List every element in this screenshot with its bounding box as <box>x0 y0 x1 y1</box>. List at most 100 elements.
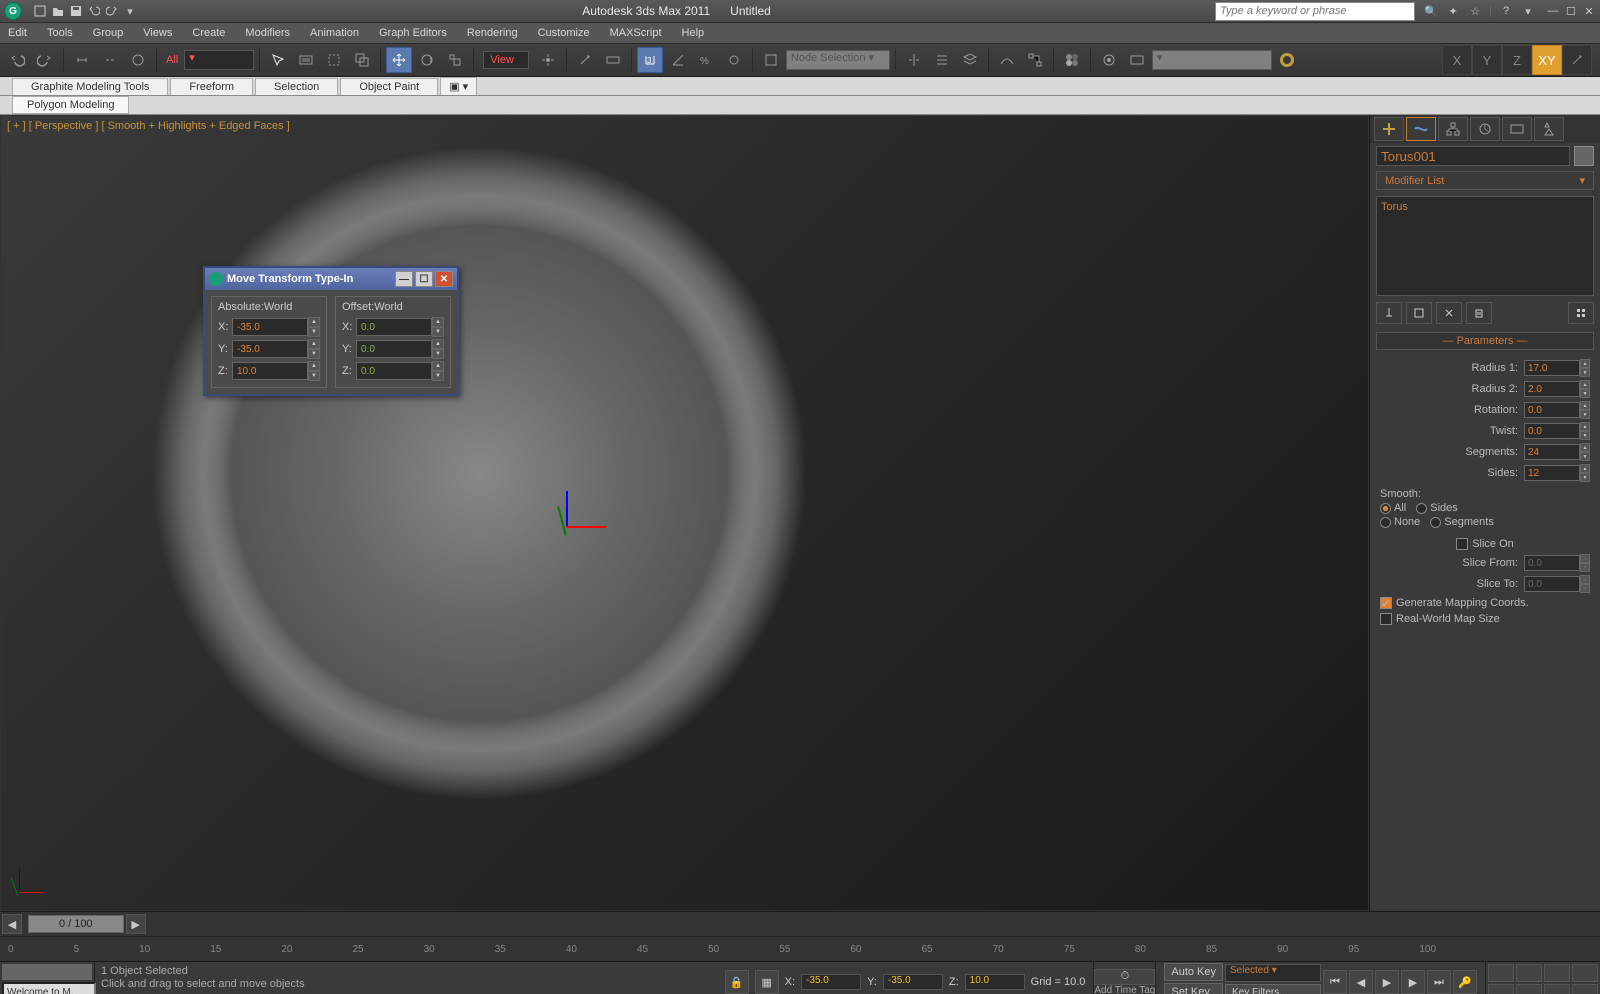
generate-mapping-checkbox[interactable]: ✓Generate Mapping Coords. <box>1380 597 1590 609</box>
add-time-tag[interactable]: Add Time Tag <box>1094 985 1155 994</box>
time-tag-button[interactable]: ⏱ <box>1094 969 1155 985</box>
link-button[interactable] <box>69 47 95 73</box>
rendered-frame-button[interactable] <box>1124 47 1150 73</box>
twist-input[interactable]: 0.0 <box>1524 423 1580 439</box>
real-world-map-checkbox[interactable]: Real-World Map Size <box>1380 613 1590 625</box>
zoom-all-button[interactable] <box>1516 964 1542 982</box>
save-icon[interactable] <box>68 3 84 19</box>
smooth-none-radio[interactable]: None <box>1380 516 1420 528</box>
key-mode-dropdown[interactable]: Selected ▾ <box>1225 964 1321 982</box>
dialog-titlebar[interactable]: Move Transform Type-In — ☐ ✕ <box>205 268 457 290</box>
undo-icon[interactable] <box>86 3 102 19</box>
select-move-button[interactable] <box>386 47 412 73</box>
angle-snap-button[interactable] <box>665 47 691 73</box>
pivot-button[interactable] <box>535 47 561 73</box>
radius2-up[interactable]: ▲ <box>1580 380 1590 389</box>
move-transform-dialog[interactable]: Move Transform Type-In — ☐ ✕ Absolute:Wo… <box>203 266 459 396</box>
sides-down[interactable]: ▼ <box>1580 473 1590 482</box>
close-button[interactable]: ✕ <box>1582 4 1596 18</box>
keyboard-shortcut-button[interactable] <box>600 47 626 73</box>
off-z-input[interactable]: 0.0 <box>356 362 432 380</box>
abs-y-input[interactable]: -35.0 <box>232 340 308 358</box>
motion-tab[interactable] <box>1470 117 1500 141</box>
ribbon-tab-graphite[interactable]: Graphite Modeling Tools <box>12 78 168 95</box>
select-region-button[interactable] <box>321 47 347 73</box>
menu-customize[interactable]: Customize <box>538 27 590 39</box>
align-button[interactable] <box>929 47 955 73</box>
dialog-minimize-button[interactable]: — <box>395 271 413 287</box>
abs-y-down[interactable]: ▼ <box>308 349 320 359</box>
app-icon[interactable]: G <box>4 2 22 20</box>
maximize-button[interactable]: ☐ <box>1564 4 1578 18</box>
menu-edit[interactable]: Edit <box>8 27 27 39</box>
pan-button[interactable] <box>1516 984 1542 994</box>
display-tab[interactable] <box>1502 117 1532 141</box>
undo-button[interactable] <box>4 47 30 73</box>
goto-end-button[interactable]: ⏭ <box>1427 970 1451 994</box>
off-y-input[interactable]: 0.0 <box>356 340 432 358</box>
slice-on-checkbox[interactable]: Slice On <box>1380 538 1590 550</box>
redo-icon[interactable] <box>104 3 120 19</box>
smooth-all-radio[interactable]: All <box>1380 502 1406 514</box>
axis-xy-button[interactable]: XY <box>1532 45 1562 75</box>
binoculars-icon[interactable]: 🔍 <box>1423 3 1439 19</box>
maximize-viewport-button[interactable] <box>1572 984 1598 994</box>
modifier-stack-item[interactable]: Torus <box>1381 201 1408 213</box>
goto-start-button[interactable]: ⏮ <box>1323 970 1347 994</box>
object-color-swatch[interactable] <box>1574 146 1594 166</box>
search-input[interactable] <box>1215 2 1415 21</box>
radius1-down[interactable]: ▼ <box>1580 368 1590 377</box>
rotation-input[interactable]: 0.0 <box>1524 402 1580 418</box>
show-end-result-button[interactable] <box>1406 302 1432 324</box>
abs-x-up[interactable]: ▲ <box>308 317 320 327</box>
off-y-down[interactable]: ▼ <box>432 349 444 359</box>
smooth-segments-radio[interactable]: Segments <box>1430 516 1494 528</box>
select-scale-button[interactable] <box>442 47 468 73</box>
schematic-view-button[interactable] <box>1022 47 1048 73</box>
key-filters-button[interactable]: Key Filters... <box>1225 984 1321 994</box>
zoom-button[interactable] <box>1488 964 1514 982</box>
coord-z-input[interactable]: 10.0 <box>965 974 1025 990</box>
timeslider-prev-button[interactable]: ◀ <box>2 914 22 934</box>
rotation-up[interactable]: ▲ <box>1580 401 1590 410</box>
orbit-button[interactable] <box>1544 984 1570 994</box>
help-dropdown-icon[interactable]: ▾ <box>1520 3 1536 19</box>
menu-tools[interactable]: Tools <box>47 27 73 39</box>
prev-frame-button[interactable]: ◀ <box>1349 970 1373 994</box>
off-y-up[interactable]: ▲ <box>432 339 444 349</box>
layers-button[interactable] <box>957 47 983 73</box>
off-x-up[interactable]: ▲ <box>432 317 444 327</box>
dialog-help-button[interactable]: ☐ <box>415 271 433 287</box>
viewport-label[interactable]: [ + ] [ Perspective ] [ Smooth + Highlig… <box>7 120 290 132</box>
object-name-input[interactable] <box>1376 146 1570 166</box>
radius1-input[interactable]: 17.0 <box>1524 360 1580 376</box>
selection-filter-dropdown[interactable]: ▾ <box>184 50 254 70</box>
bind-spacewarp-button[interactable] <box>125 47 151 73</box>
fov-button[interactable] <box>1488 984 1514 994</box>
ribbon-tab-object-paint[interactable]: Object Paint <box>340 78 438 95</box>
configure-sets-button[interactable] <box>1568 302 1594 324</box>
modifier-stack[interactable]: Torus <box>1376 196 1594 296</box>
named-selection-button[interactable] <box>758 47 784 73</box>
coord-x-input[interactable]: -35.0 <box>801 974 861 990</box>
key-mode-toggle[interactable]: 🔑 <box>1453 970 1477 994</box>
ribbon-tab-selection[interactable]: Selection <box>255 78 338 95</box>
sides-input[interactable]: 12 <box>1524 465 1580 481</box>
qat-dropdown-icon[interactable]: ▾ <box>122 3 138 19</box>
abs-x-down[interactable]: ▼ <box>308 327 320 337</box>
zoom-extents-button[interactable] <box>1544 964 1570 982</box>
spinner-snap-button[interactable] <box>721 47 747 73</box>
hierarchy-tab[interactable] <box>1438 117 1468 141</box>
segments-down[interactable]: ▼ <box>1580 452 1590 461</box>
help-icon[interactable]: ? <box>1498 3 1514 19</box>
play-button[interactable]: ▶ <box>1375 970 1399 994</box>
render-preset-dropdown[interactable]: ▾ <box>1152 50 1272 70</box>
axis-y-button[interactable]: Y <box>1472 45 1502 75</box>
make-unique-button[interactable] <box>1436 302 1462 324</box>
percent-snap-button[interactable]: % <box>693 47 719 73</box>
axis-constraint-button[interactable] <box>1562 45 1592 75</box>
parameters-rollout-header[interactable]: — Parameters — <box>1376 332 1594 350</box>
ribbon-minimize-button[interactable]: ▣ ▾ <box>440 77 477 95</box>
off-z-up[interactable]: ▲ <box>432 361 444 371</box>
pin-stack-button[interactable] <box>1376 302 1402 324</box>
